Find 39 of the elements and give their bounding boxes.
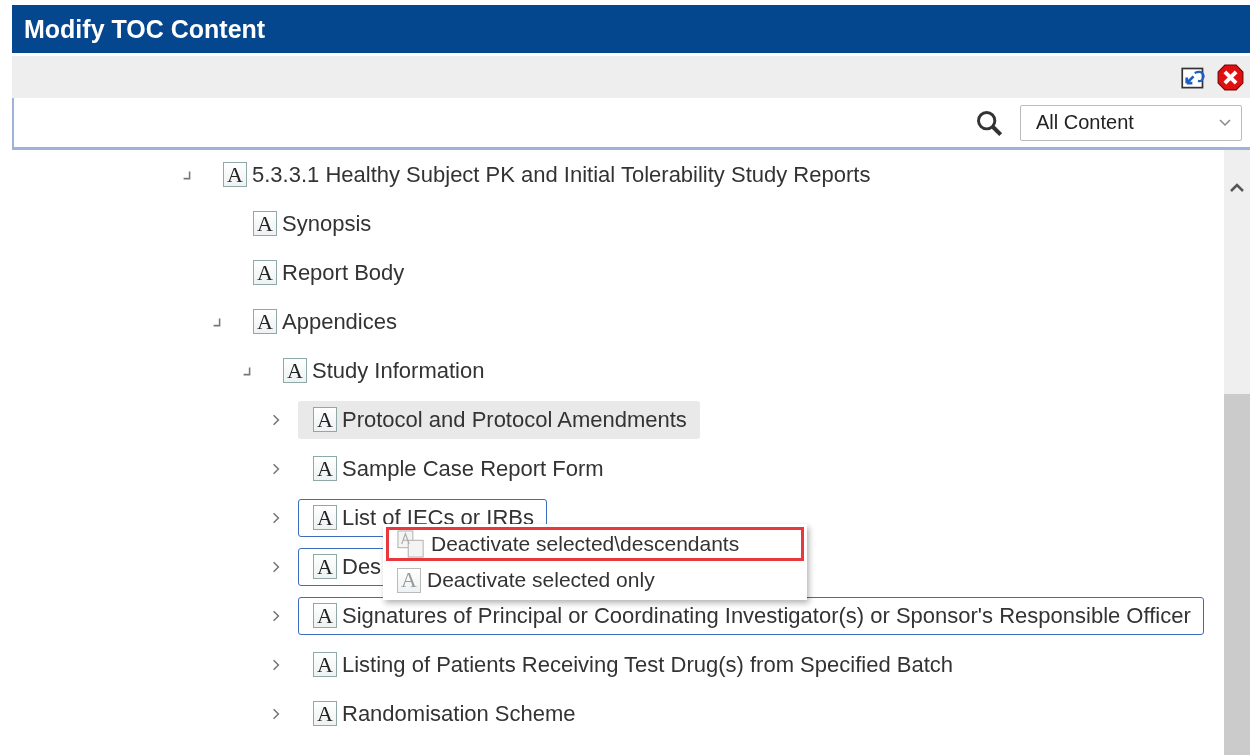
document-icon: A [313,603,337,628]
window-title: Modify TOC Content [24,14,266,44]
tree-item[interactable]: A Protocol and Protocol Amendments [298,400,700,439]
tree-item[interactable]: A Appendices [238,302,410,341]
scrollbar-thumb[interactable] [1224,394,1250,755]
chevron-right-icon[interactable] [270,658,282,671]
document-icon: A [253,309,277,334]
tree-item[interactable]: A Randomisation Scheme [298,694,589,733]
menu-item[interactable]: Deactivate selected\descendants [386,527,804,561]
filter-dropdown[interactable]: All Content [1020,104,1242,141]
scroll-up-icon[interactable] [1229,182,1245,194]
caret-icon [1219,118,1231,127]
document-icon: A [313,652,337,677]
document-icon: A [253,260,277,285]
chevron-right-icon[interactable] [270,707,282,720]
tree-item[interactable]: A Listing of Patients Receiving Test Drug(s) from Specified Batch [298,645,966,684]
chevron-right-icon[interactable] [270,511,282,524]
document-icon: A [313,701,337,726]
chevron-right-icon[interactable] [270,462,282,475]
chevron-right-icon[interactable] [270,560,282,573]
tree-item[interactable]: A Synopsis [238,204,385,243]
document-icon: A [253,211,277,236]
document-icon: A [313,456,337,481]
close-icon[interactable] [1217,63,1244,91]
chevron-right-icon[interactable] [270,609,282,622]
tree-item[interactable]: A 5.3.3.1 Healthy Subject PK and Initial Tolerability Study Reports [208,155,884,194]
scrollbar[interactable] [1224,150,1250,755]
document-icon: A [283,358,307,383]
tree-item[interactable]: A Study Information [268,351,498,390]
document-icon: A [313,407,337,432]
stacked-documents-icon [397,530,425,558]
document-icon: A [313,505,337,530]
tree-item[interactable]: A Report Body [238,253,418,292]
tree-item[interactable]: A Sample Case Report Form [298,449,617,488]
document-icon: A [223,162,247,187]
document-icon: A [397,567,421,593]
search-icon[interactable] [975,108,1003,137]
document-icon: A [313,554,337,579]
chevron-right-icon[interactable] [270,413,282,426]
